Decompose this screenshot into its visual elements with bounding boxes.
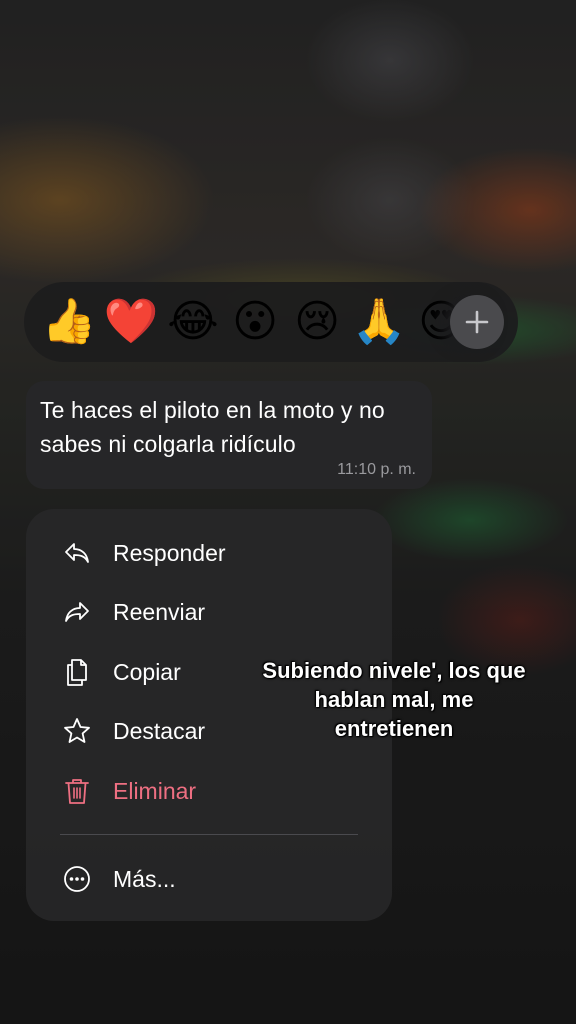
- reaction-red-heart[interactable]: ❤️: [100, 291, 162, 353]
- copy-icon: [62, 657, 92, 687]
- reaction-bar: 👍 ❤️ 😂 😮 😢 🙏 😍: [24, 282, 518, 362]
- reaction-tears-of-joy[interactable]: 😂: [162, 291, 224, 353]
- menu-item-more[interactable]: Más...: [26, 851, 392, 907]
- reaction-praying-hands[interactable]: 🙏: [348, 291, 410, 353]
- message-timestamp: 11:10 p. m.: [337, 461, 416, 478]
- forward-icon: [62, 597, 92, 627]
- add-reaction-button[interactable]: [450, 295, 504, 349]
- menu-item-label: Copiar: [113, 658, 181, 685]
- reaction-crying[interactable]: 😢: [286, 291, 348, 353]
- star-icon: [62, 716, 92, 746]
- more-icon: [62, 864, 92, 894]
- menu-item-forward[interactable]: Reenviar: [26, 584, 392, 640]
- plus-icon: [465, 310, 489, 334]
- menu-item-label: Reenviar: [113, 598, 206, 625]
- trash-icon: [62, 776, 92, 806]
- menu-item-label: Responder: [113, 539, 226, 566]
- menu-item-reply[interactable]: Responder: [26, 525, 392, 581]
- message-bubble[interactable]: Te haces el piloto en la moto y no sabes…: [26, 381, 432, 489]
- menu-item-delete[interactable]: Eliminar: [26, 763, 392, 819]
- menu-item-label: Eliminar: [113, 777, 197, 804]
- menu-item-label: Destacar: [113, 717, 206, 744]
- menu-item-label: Más...: [113, 865, 176, 892]
- menu-divider: [60, 834, 358, 835]
- reaction-surprised[interactable]: 😮: [224, 291, 286, 353]
- reply-icon: [62, 538, 92, 568]
- reaction-thumbs-up[interactable]: 👍: [38, 291, 100, 353]
- video-caption: Subiendo nivele', los que hablan mal, me…: [262, 658, 526, 741]
- message-text: Te haces el piloto en la moto y no sabes…: [40, 397, 385, 457]
